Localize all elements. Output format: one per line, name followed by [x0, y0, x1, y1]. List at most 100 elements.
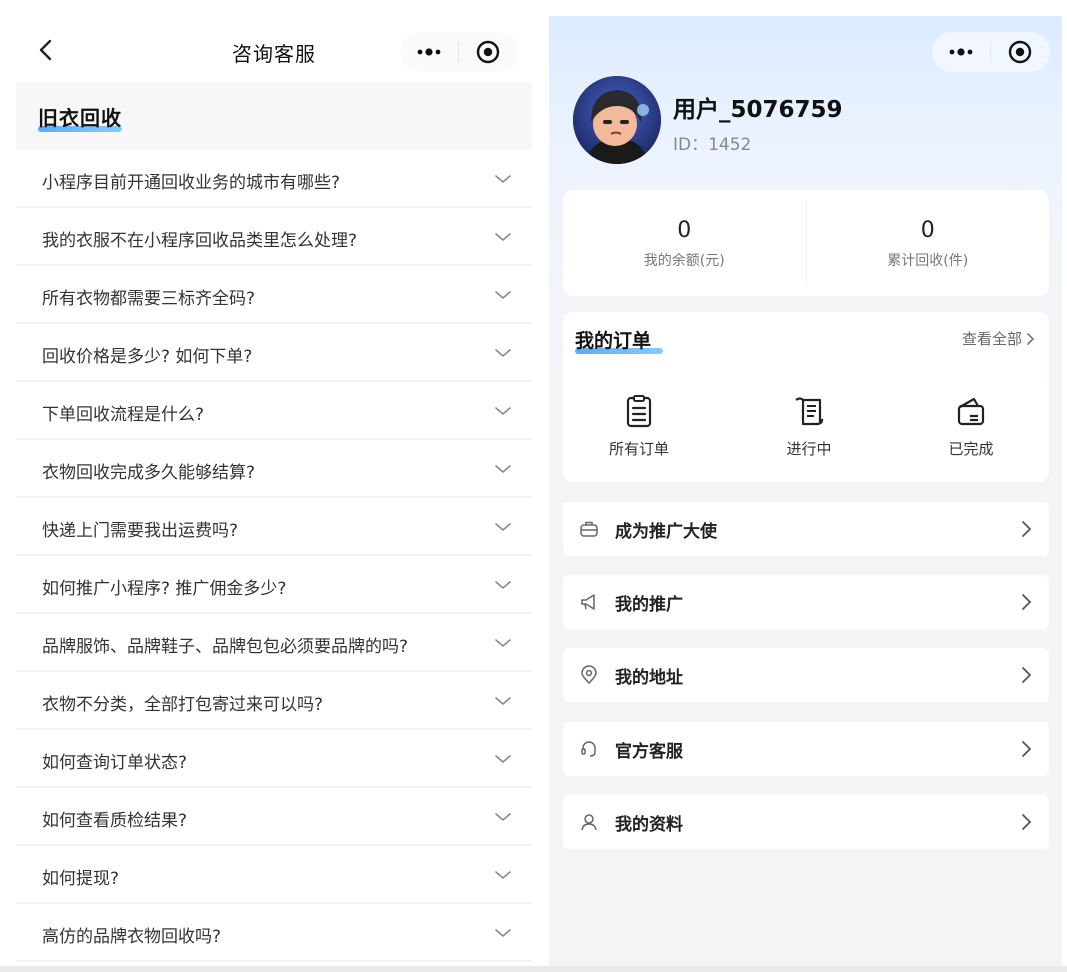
- faq-item[interactable]: 所有衣物都需要三标齐全码?: [16, 266, 532, 324]
- avatar-image: [573, 76, 661, 164]
- faq-question: 快递上门需要我出运费吗?: [42, 521, 239, 541]
- faq-item[interactable]: 品牌服饰、品牌鞋子、品牌包包必须要品牌的吗?: [16, 614, 532, 672]
- faq-question: 如何提现?: [42, 869, 120, 889]
- bottom-divider: [0, 966, 1067, 972]
- chevron-down-icon: [495, 929, 511, 938]
- close-button[interactable]: [459, 32, 517, 72]
- menu-item-customer-service[interactable]: 官方客服: [563, 722, 1049, 776]
- faq-question: 如何推广小程序? 推广佣金多少?: [42, 579, 287, 599]
- stat-balance[interactable]: 0 我的余额(元): [563, 190, 806, 296]
- chevron-right-icon: [1022, 594, 1032, 610]
- menu-item-label: 我的推广: [615, 595, 683, 615]
- chevron-down-icon: [495, 581, 511, 590]
- more-dots-icon: [949, 48, 973, 56]
- faq-list: 小程序目前开通回收业务的城市有哪些? 我的衣服不在小程序回收品类里怎么处理? 所…: [16, 150, 532, 962]
- close-target-icon: [1008, 40, 1032, 64]
- user-id: ID：1452: [673, 135, 752, 155]
- chevron-down-icon: [495, 697, 511, 706]
- faq-page: 咨询客服 旧衣回收 小程序目前开通回收业务的城市有哪些? 我的衣服不在小程序回收…: [16, 16, 532, 972]
- order-entry-completed[interactable]: 已完成: [911, 394, 1031, 459]
- chevron-right-icon: [1022, 667, 1032, 683]
- stat-value: 0: [920, 218, 935, 243]
- faq-question: 回收价格是多少? 如何下单?: [42, 347, 253, 367]
- menu-item-label: 我的地址: [615, 668, 683, 688]
- faq-question: 我的衣服不在小程序回收品类里怎么处理?: [42, 231, 358, 251]
- more-button[interactable]: [400, 32, 458, 72]
- chevron-right-icon: [1022, 521, 1032, 537]
- chevron-down-icon: [495, 407, 511, 416]
- order-entry-label: 所有订单: [608, 440, 669, 458]
- section-header: 旧衣回收: [16, 82, 532, 150]
- faq-item[interactable]: 如何查看质检结果?: [16, 788, 532, 846]
- faq-item[interactable]: 衣物回收完成多久能够结算?: [16, 440, 532, 498]
- order-entry-in-progress[interactable]: 进行中: [749, 394, 869, 459]
- faq-item[interactable]: 快递上门需要我出运费吗?: [16, 498, 532, 556]
- mini-program-capsule: [932, 32, 1050, 72]
- menu-item-my-profile[interactable]: 我的资料: [563, 795, 1049, 849]
- orders-card: 我的订单 查看全部 所有订单 进行中 已完成: [563, 312, 1049, 482]
- chevron-right-icon: [1022, 814, 1032, 830]
- close-target-icon: [476, 40, 500, 64]
- faq-item[interactable]: 如何推广小程序? 推广佣金多少?: [16, 556, 532, 614]
- stat-label: 累计回收(件): [887, 253, 969, 269]
- order-entry-label: 已完成: [948, 440, 994, 458]
- chevron-down-icon: [495, 465, 511, 474]
- section-title: 旧衣回收: [38, 106, 122, 130]
- faq-question: 衣物不分类，全部打包寄过来可以吗?: [42, 695, 324, 715]
- menu-item-my-promotion[interactable]: 我的推广: [563, 575, 1049, 629]
- menu-item-my-address[interactable]: 我的地址: [563, 648, 1049, 702]
- chevron-down-icon: [495, 349, 511, 358]
- chevron-down-icon: [495, 175, 511, 184]
- faq-question: 品牌服饰、品牌鞋子、品牌包包必须要品牌的吗?: [42, 637, 409, 657]
- faq-question: 如何查询订单状态?: [42, 753, 188, 773]
- nav-bar: 咨询客服: [16, 16, 532, 82]
- chevron-down-icon: [495, 871, 511, 880]
- wallet-icon: [957, 397, 985, 426]
- chevron-down-icon: [495, 233, 511, 242]
- faq-item[interactable]: 如何提现?: [16, 846, 532, 904]
- chevron-right-icon: [1027, 332, 1035, 345]
- faq-question: 高仿的品牌衣物回收吗?: [42, 927, 222, 947]
- faq-item[interactable]: 我的衣服不在小程序回收品类里怎么处理?: [16, 208, 532, 266]
- mini-program-capsule: [400, 32, 518, 72]
- chevron-down-icon: [495, 639, 511, 648]
- view-all-label: 查看全部: [961, 330, 1022, 348]
- faq-question: 小程序目前开通回收业务的城市有哪些?: [42, 173, 341, 193]
- close-button[interactable]: [991, 32, 1049, 72]
- order-entry-all[interactable]: 所有订单: [579, 394, 699, 459]
- faq-item[interactable]: 下单回收流程是什么?: [16, 382, 532, 440]
- faq-item[interactable]: 回收价格是多少? 如何下单?: [16, 324, 532, 382]
- profile-page: 用户_5076759 ID：1452 0 我的余额(元) 0 累计回收(件) 我…: [549, 16, 1062, 972]
- chevron-down-icon: [495, 755, 511, 764]
- screen-root: 咨询客服 旧衣回收 小程序目前开通回收业务的城市有哪些? 我的衣服不在小程序回收…: [0, 0, 1067, 972]
- faq-question: 所有衣物都需要三标齐全码?: [42, 289, 256, 309]
- stat-label: 我的余额(元): [643, 253, 725, 269]
- order-entry-label: 进行中: [786, 440, 832, 458]
- clipboard-icon: [626, 395, 652, 428]
- chevron-down-icon: [495, 291, 511, 300]
- faq-item[interactable]: 小程序目前开通回收业务的城市有哪些?: [16, 150, 532, 208]
- chevron-down-icon: [495, 813, 511, 822]
- stat-recycled[interactable]: 0 累计回收(件): [807, 190, 1050, 296]
- stat-value: 0: [677, 218, 692, 243]
- more-button[interactable]: [932, 32, 990, 72]
- briefcase-icon: [580, 521, 598, 537]
- faq-item[interactable]: 高仿的品牌衣物回收吗?: [16, 904, 532, 962]
- orders-title: 我的订单: [575, 330, 652, 352]
- megaphone-icon: [581, 594, 595, 610]
- person-icon: [581, 814, 597, 831]
- chevron-right-icon: [1022, 741, 1032, 757]
- faq-item[interactable]: 衣物不分类，全部打包寄过来可以吗?: [16, 672, 532, 730]
- faq-item[interactable]: 如何查询订单状态?: [16, 730, 532, 788]
- stats-card: 0 我的余额(元) 0 累计回收(件): [563, 190, 1049, 296]
- location-pin-icon: [581, 665, 597, 685]
- faq-question: 衣物回收完成多久能够结算?: [42, 463, 256, 483]
- avatar[interactable]: [573, 76, 661, 164]
- username: 用户_5076759: [673, 97, 843, 123]
- chevron-down-icon: [495, 523, 511, 532]
- menu-item-label: 官方客服: [615, 742, 683, 762]
- menu-item-become-ambassador[interactable]: 成为推广大使: [563, 502, 1049, 556]
- view-all-link[interactable]: 查看全部: [962, 328, 1035, 349]
- headset-icon: [581, 741, 596, 757]
- faq-question: 下单回收流程是什么?: [42, 405, 205, 425]
